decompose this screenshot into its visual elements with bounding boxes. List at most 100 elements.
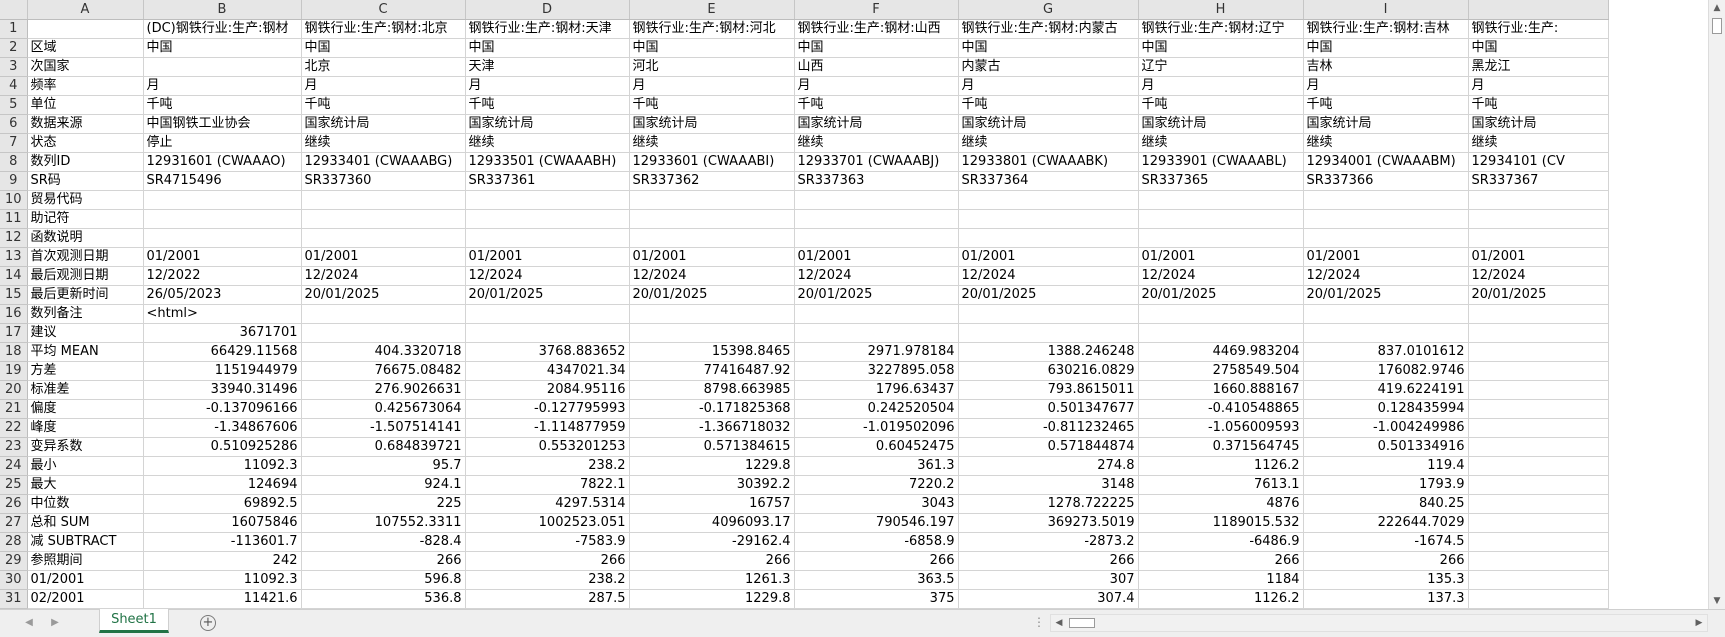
grid-cell[interactable]: 375 <box>794 589 959 609</box>
grid-cell[interactable]: 1189015.532 <box>1138 513 1304 533</box>
row-header[interactable]: 24 <box>0 456 28 476</box>
grid-cell[interactable] <box>1138 228 1304 248</box>
grid-cell[interactable]: 北京 <box>301 57 466 77</box>
grid-cell[interactable] <box>1138 304 1304 324</box>
grid-cell[interactable]: 01/2001 <box>1138 247 1304 267</box>
grid-cell[interactable]: 01/2001 <box>1303 247 1469 267</box>
grid-cell[interactable] <box>794 228 959 248</box>
row-label-cell[interactable]: 中位数 <box>27 494 144 514</box>
grid-cell[interactable]: 15398.8465 <box>629 342 795 362</box>
grid-cell[interactable]: 11092.3 <box>143 570 302 590</box>
grid-cell[interactable]: 12933401 (CWAAABG) <box>301 152 466 172</box>
grid-cell[interactable]: 月 <box>1303 76 1469 96</box>
grid-cell[interactable]: 山西 <box>794 57 959 77</box>
grid-cell[interactable]: 国家统计局 <box>1138 114 1304 134</box>
grid-cell[interactable]: 1793.9 <box>1303 475 1469 495</box>
grid-cell[interactable]: SR4715496 <box>143 171 302 191</box>
grid-cell[interactable]: 2084.95116 <box>465 380 630 400</box>
row-header[interactable]: 12 <box>0 228 28 248</box>
row-header[interactable]: 25 <box>0 475 28 495</box>
grid-cell[interactable] <box>1468 456 1609 476</box>
grid-cell[interactable]: 4347021.34 <box>465 361 630 381</box>
grid-cell[interactable]: 0.501347677 <box>958 399 1139 419</box>
grid-cell[interactable]: 1796.63437 <box>794 380 959 400</box>
grid-cell[interactable]: 124694 <box>143 475 302 495</box>
row-header[interactable]: 22 <box>0 418 28 438</box>
grid-cell[interactable]: 276.9026631 <box>301 380 466 400</box>
grid-cell[interactable]: -6858.9 <box>794 532 959 552</box>
grid-cell[interactable]: 继续 <box>1468 133 1609 153</box>
grid-cell[interactable]: 0.60452475 <box>794 437 959 457</box>
grid-cell[interactable]: 0.128435994 <box>1303 399 1469 419</box>
grid-cell[interactable]: 月 <box>1468 76 1609 96</box>
grid-cell[interactable]: -1.507514141 <box>301 418 466 438</box>
grid-cell[interactable]: 20/01/2025 <box>1138 285 1304 305</box>
spreadsheet-grid[interactable]: ABCDEFGHI 1 (DC)钢铁行业:生产:钢材 钢铁行业:生产:钢材:北京 钢铁… <box>0 0 1609 609</box>
grid-cell[interactable]: 钢铁行业:生产:钢材:河北 <box>629 19 795 39</box>
grid-cell[interactable]: 33940.31496 <box>143 380 302 400</box>
grid-cell[interactable] <box>465 323 630 343</box>
grid-cell[interactable]: -1.366718032 <box>629 418 795 438</box>
grid-cell[interactable]: 266 <box>465 551 630 571</box>
column-header[interactable]: H <box>1138 0 1304 20</box>
grid-cell[interactable]: 12931601 (CWAAAO) <box>143 152 302 172</box>
row-header[interactable]: 16 <box>0 304 28 324</box>
grid-cell[interactable] <box>301 209 466 229</box>
grid-cell[interactable]: 307.4 <box>958 589 1139 609</box>
column-header[interactable]: G <box>958 0 1139 20</box>
grid-cell[interactable] <box>629 304 795 324</box>
grid-cell[interactable] <box>143 228 302 248</box>
grid-cell[interactable]: 12933501 (CWAAABH) <box>465 152 630 172</box>
grid-cell[interactable]: 3227895.058 <box>794 361 959 381</box>
grid-cell[interactable]: 77416487.92 <box>629 361 795 381</box>
grid-cell[interactable]: 12/2024 <box>1303 266 1469 286</box>
grid-cell[interactable]: 停止 <box>143 133 302 153</box>
grid-cell[interactable] <box>1468 589 1609 609</box>
row-header[interactable]: 31 <box>0 589 28 609</box>
grid-cell[interactable]: SR337362 <box>629 171 795 191</box>
grid-cell[interactable]: 月 <box>143 76 302 96</box>
row-header[interactable]: 1 <box>0 19 28 39</box>
grid-cell[interactable]: 01/2001 <box>465 247 630 267</box>
grid-cell[interactable] <box>1303 323 1469 343</box>
grid-cell[interactable]: 76675.08482 <box>301 361 466 381</box>
horizontal-scrollbar[interactable]: ◀ ▶ <box>1050 614 1708 632</box>
grid-cell[interactable]: 119.4 <box>1303 456 1469 476</box>
grid-cell[interactable]: -1674.5 <box>1303 532 1469 552</box>
grid-cell[interactable] <box>958 228 1139 248</box>
grid-cell[interactable]: 国家统计局 <box>301 114 466 134</box>
grid-cell[interactable]: 中国 <box>301 38 466 58</box>
grid-cell[interactable]: 千吨 <box>629 95 795 115</box>
row-header[interactable]: 2 <box>0 38 28 58</box>
grid-cell[interactable]: -0.811232465 <box>958 418 1139 438</box>
grid-cell[interactable]: 238.2 <box>465 570 630 590</box>
row-label-cell[interactable]: 平均 MEAN <box>27 342 144 362</box>
grid-cell[interactable]: 274.8 <box>958 456 1139 476</box>
grid-cell[interactable]: 国家统计局 <box>1303 114 1469 134</box>
grid-cell[interactable]: 4096093.17 <box>629 513 795 533</box>
grid-cell[interactable]: 千吨 <box>1303 95 1469 115</box>
grid-cell[interactable]: -1.004249986 <box>1303 418 1469 438</box>
grid-cell[interactable]: 月 <box>794 76 959 96</box>
grid-cell[interactable] <box>1468 190 1609 210</box>
row-label-cell[interactable] <box>27 19 144 39</box>
row-label-cell[interactable]: 函数说明 <box>27 228 144 248</box>
grid-cell[interactable]: 0.425673064 <box>301 399 466 419</box>
tab-sheet1[interactable]: Sheet1 <box>99 609 169 633</box>
grid-cell[interactable]: 12933901 (CWAAABL) <box>1138 152 1304 172</box>
grid-cell[interactable]: 12933601 (CWAAABI) <box>629 152 795 172</box>
row-label-cell[interactable]: 数据来源 <box>27 114 144 134</box>
grid-cell[interactable]: 月 <box>465 76 630 96</box>
grid-cell[interactable]: 1261.3 <box>629 570 795 590</box>
grid-cell[interactable]: -0.410548865 <box>1138 399 1304 419</box>
row-label-cell[interactable]: 最小 <box>27 456 144 476</box>
grid-cell[interactable]: 河北 <box>629 57 795 77</box>
grid-cell[interactable] <box>794 209 959 229</box>
grid-cell[interactable]: SR337365 <box>1138 171 1304 191</box>
grid-cell[interactable]: -2873.2 <box>958 532 1139 552</box>
grid-cell[interactable]: 0.553201253 <box>465 437 630 457</box>
grid-cell[interactable]: 继续 <box>958 133 1139 153</box>
grid-cell[interactable]: 361.3 <box>794 456 959 476</box>
grid-cell[interactable]: 238.2 <box>465 456 630 476</box>
grid-cell[interactable] <box>1468 494 1609 514</box>
